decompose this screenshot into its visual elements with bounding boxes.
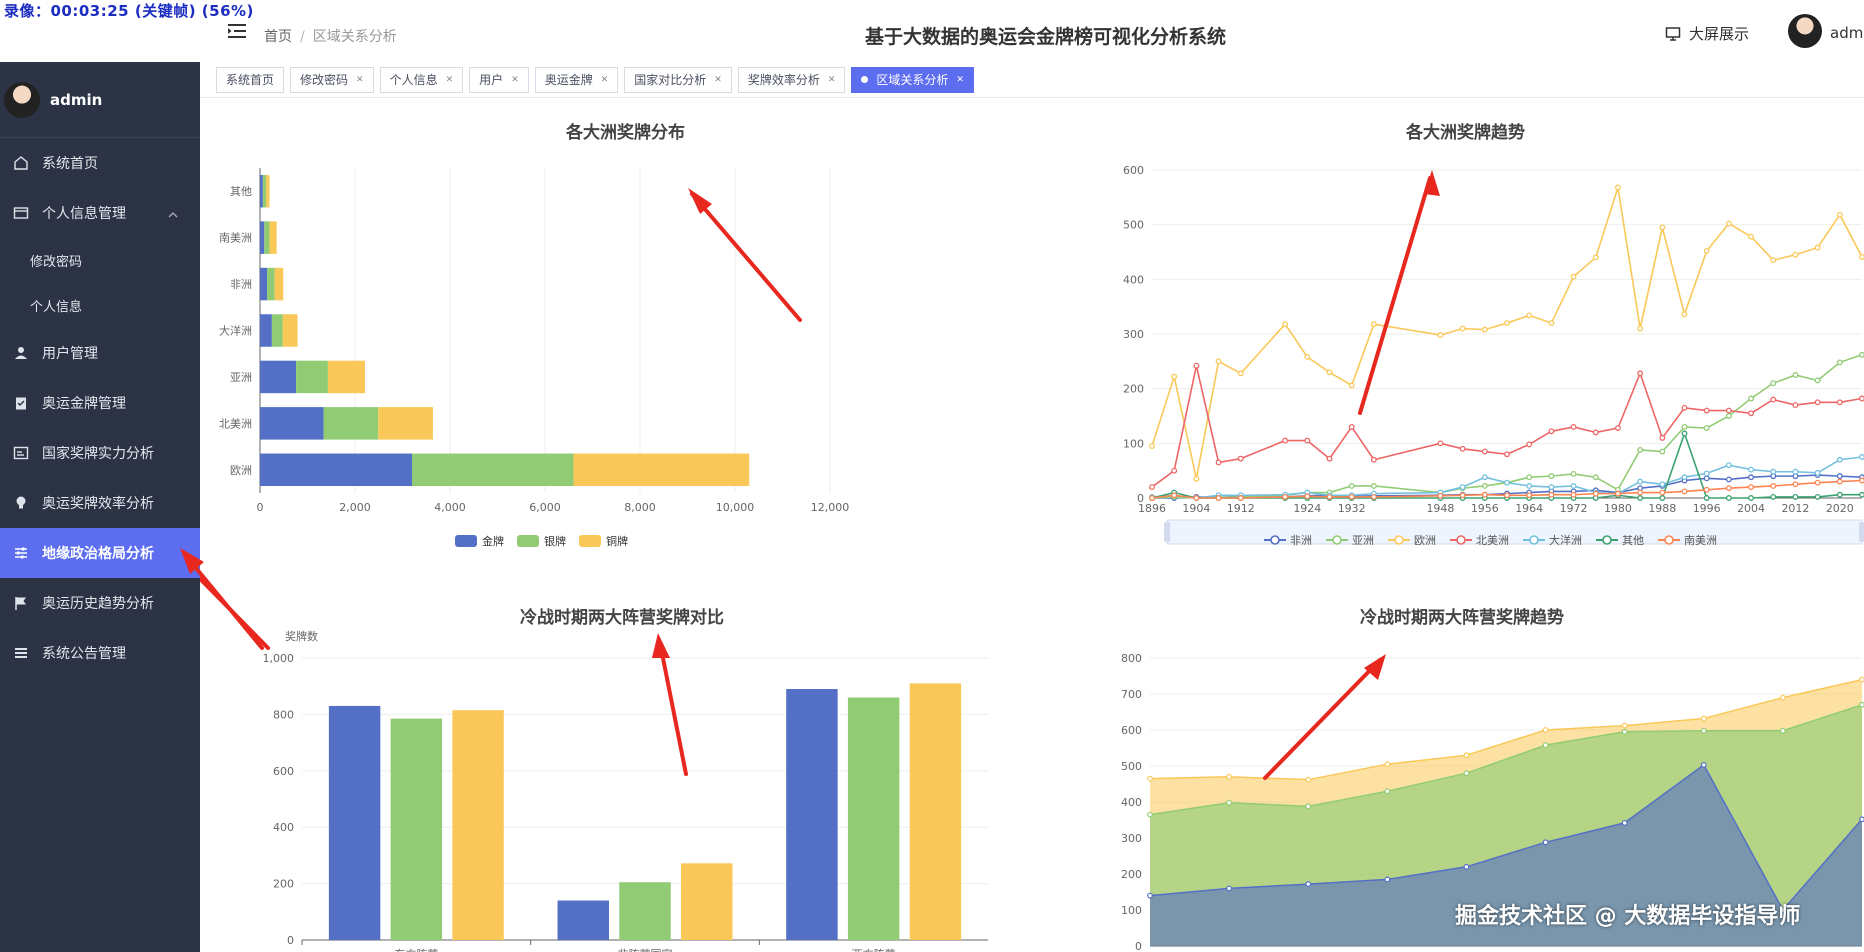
close-icon[interactable]: ✕ [714,68,722,92]
arrow-head [652,633,670,658]
arrow-annotation [1358,176,1432,415]
close-icon[interactable]: ✕ [956,68,964,92]
page-title: 基于大数据的奥运会金牌榜可视化分析系统 [865,26,1227,48]
sidebar-arrow [180,548,264,650]
tag-label: 区域关系分析 [876,72,949,87]
arrow-head [180,548,204,574]
tag-label: 奥运金牌 [544,72,593,87]
tag-label: 奖牌效率分析 [747,72,820,87]
annotation-arrows [200,170,1440,780]
arrow-annotation [1263,658,1382,780]
header-username[interactable]: admin [1830,24,1864,42]
tag-efficiency[interactable]: 奖牌效率分析 ✕ [737,66,846,93]
arrow-annotation [184,554,264,650]
close-icon[interactable]: ✕ [601,68,609,92]
arrow-head [1364,654,1386,680]
watermark: 掘金技术社区 @ 大数据毕设指导师 [1455,904,1801,929]
bigscreen-button[interactable]: 大屏展示 [1665,23,1749,44]
close-icon[interactable]: ✕ [511,68,519,92]
close-icon[interactable]: ✕ [446,68,454,92]
monitor-icon [1665,26,1681,41]
tag-region-relations[interactable]: 区域关系分析 ✕ [851,66,974,93]
active-dot-icon [861,76,869,83]
tags-view: 系统首页 修改密码 ✕ 个人信息 ✕ 用户 ✕ 奥运金牌 ✕ 国家对比分析 ✕ 奖牌效率分… [200,62,1864,98]
tag-users[interactable]: 用户 ✕ [469,66,529,93]
tag-gold[interactable]: 奥运金牌 ✕ [534,66,619,93]
tag-label: 国家对比分析 [634,72,707,87]
tag-label: 用户 [479,72,504,87]
arrow-head [1424,170,1440,196]
tag-country-compare[interactable]: 国家对比分析 ✕ [624,66,732,93]
arrow-annotation [690,192,802,322]
top-header: 首页/区域关系分析 基于大数据的奥运会金牌榜可视化分析系统 大屏展示 admin [200,0,1864,66]
header-avatar[interactable] [1788,14,1822,48]
close-icon[interactable]: ✕ [828,68,836,92]
recording-overlay: 录像：00:03:25 (关键帧) (56%) [4,2,254,20]
arrow-annotation [658,641,688,776]
bigscreen-label: 大屏展示 [1689,25,1750,43]
chart-area: 各大洲奖牌分布 各大洲奖牌趋势 冷战时期两大阵营奖牌对比 冷战时期两大阵营奖牌趋… [200,98,1864,952]
